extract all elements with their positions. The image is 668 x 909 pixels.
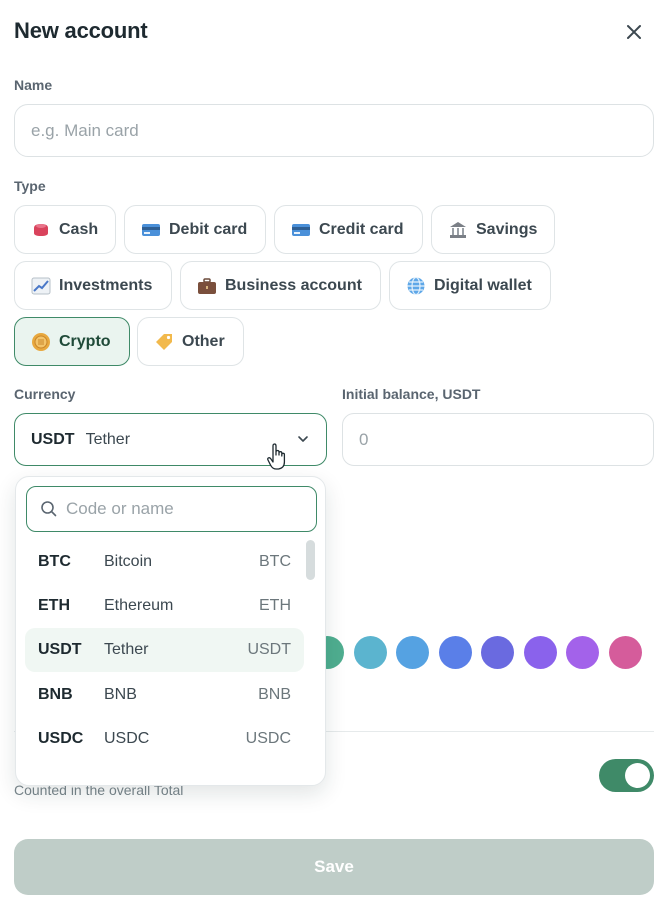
- type-chip-cash[interactable]: Cash: [14, 205, 116, 254]
- type-chip-label: Investments: [59, 276, 153, 294]
- dropdown-scrollbar[interactable]: [306, 540, 315, 580]
- type-chip-business-account[interactable]: Business account: [180, 261, 381, 310]
- currency-dropdown: BTC Bitcoin BTC ETH Ethereum ETH USDT Te…: [15, 476, 326, 786]
- type-chip-label: Other: [182, 332, 225, 350]
- coin-icon: [31, 332, 51, 352]
- currency-label: Currency: [14, 386, 76, 402]
- option-symbol: BTC: [259, 553, 291, 570]
- type-chip-label: Business account: [225, 276, 362, 294]
- color-swatch[interactable]: [566, 636, 599, 669]
- dialog-title: New account: [14, 18, 148, 43]
- credit-card-icon: [291, 220, 311, 240]
- globe-icon: [406, 276, 426, 296]
- option-name: USDC: [104, 730, 150, 747]
- option-code: USDC: [38, 730, 84, 747]
- type-chip-investments[interactable]: Investments: [14, 261, 172, 310]
- currency-option-eth[interactable]: ETH Ethereum ETH: [25, 584, 304, 628]
- type-chip-other[interactable]: Other: [137, 317, 244, 366]
- balance-label: Initial balance, USDT: [342, 386, 481, 402]
- type-chip-debit-card[interactable]: Debit card: [124, 205, 266, 254]
- currency-search-field[interactable]: [26, 486, 317, 532]
- option-name: Ethereum: [104, 597, 174, 614]
- option-name: Tether: [104, 641, 149, 658]
- name-input[interactable]: [14, 104, 654, 157]
- toggle-knob: [625, 763, 650, 788]
- search-icon: [41, 501, 57, 517]
- initial-balance-input[interactable]: [342, 413, 654, 466]
- option-code: USDT: [38, 641, 82, 658]
- color-swatch[interactable]: [396, 636, 429, 669]
- currency-code: USDT: [31, 430, 75, 448]
- currency-name: Tether: [85, 430, 131, 448]
- option-symbol: BNB: [258, 686, 291, 703]
- option-name: BNB: [104, 686, 137, 703]
- option-name: Bitcoin: [104, 553, 153, 570]
- briefcase-icon: [197, 276, 217, 296]
- name-label: Name: [14, 77, 53, 93]
- type-chip-label: Debit card: [169, 220, 248, 238]
- color-swatch[interactable]: [609, 636, 642, 669]
- option-symbol: ETH: [259, 597, 291, 614]
- close-icon: [627, 25, 641, 39]
- type-chip-label: Crypto: [59, 332, 111, 350]
- option-code: BTC: [38, 553, 71, 570]
- color-swatch[interactable]: [354, 636, 387, 669]
- option-symbol: USDT: [247, 641, 291, 658]
- option-code: ETH: [38, 597, 70, 614]
- option-symbol: USDC: [245, 730, 291, 747]
- color-swatch[interactable]: [439, 636, 472, 669]
- count-in-total-toggle[interactable]: [599, 759, 654, 792]
- type-chip-digital-wallet[interactable]: Digital wallet: [389, 261, 551, 310]
- currency-option-usdt[interactable]: USDT Tether USDT: [25, 628, 304, 672]
- bank-icon: [448, 220, 468, 240]
- type-chip-credit-card[interactable]: Credit card: [274, 205, 423, 254]
- chart-icon: [31, 276, 51, 296]
- color-swatch[interactable]: [524, 636, 557, 669]
- type-chip-label: Credit card: [319, 220, 404, 238]
- tag-icon: [154, 332, 174, 352]
- type-chip-crypto[interactable]: Crypto: [14, 317, 130, 366]
- close-button[interactable]: [622, 20, 646, 44]
- type-chip-savings[interactable]: Savings: [431, 205, 555, 254]
- type-chip-label: Savings: [476, 220, 538, 238]
- chevron-down-icon: [298, 436, 308, 442]
- color-swatch[interactable]: [481, 636, 514, 669]
- currency-option-btc[interactable]: BTC Bitcoin BTC: [25, 540, 304, 584]
- currency-search-input[interactable]: [66, 499, 296, 519]
- hand-pointer-icon: [267, 443, 286, 470]
- type-chip-label: Digital wallet: [434, 276, 532, 294]
- save-button[interactable]: Save: [14, 839, 654, 895]
- type-label: Type: [14, 178, 46, 194]
- option-code: BNB: [38, 686, 73, 703]
- debit-card-icon: [141, 220, 161, 240]
- currency-option-usdc[interactable]: USDC USDC USDC: [25, 717, 304, 761]
- type-chip-label: Cash: [59, 220, 99, 238]
- currency-option-bnb[interactable]: BNB BNB BNB: [25, 673, 304, 717]
- wallet-icon: [31, 220, 51, 240]
